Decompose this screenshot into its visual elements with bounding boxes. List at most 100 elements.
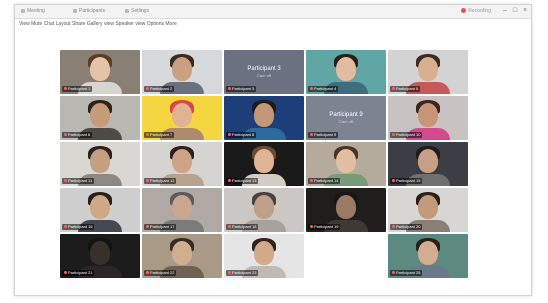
participant-tile[interactable]: Participant 1 <box>60 50 140 94</box>
participant-name-tag: Participant 8 <box>226 132 257 138</box>
participant-name: Participant 10 <box>396 132 421 137</box>
participant-name: Participant 21 <box>68 270 93 275</box>
participant-tile[interactable]: Participant 7 <box>142 96 222 140</box>
participant-name: Participant 19 <box>314 224 339 229</box>
participant-face <box>418 149 438 173</box>
mic-muted-icon <box>392 133 395 137</box>
participant-tile[interactable]: Participant 5 <box>388 50 468 94</box>
participant-tile[interactable]: Participant 22 <box>142 234 222 278</box>
participant-tile[interactable]: Participant 3 Cam off Participant 3 <box>224 50 304 94</box>
participant-tile[interactable]: Participant 20 <box>388 188 468 232</box>
mic-muted-icon <box>228 225 231 229</box>
participant-face <box>418 195 438 219</box>
camera-status: Cam off <box>339 119 353 124</box>
participant-display-name: Participant 9 <box>329 112 363 118</box>
participant-tile[interactable]: Participant 4 <box>306 50 386 94</box>
participant-tile[interactable]: Participant 15 <box>388 142 468 186</box>
participant-face <box>418 241 438 265</box>
participant-name: Participant 23 <box>232 270 257 275</box>
participant-name-tag: Participant 12 <box>144 178 177 184</box>
tab-settings[interactable]: Settings <box>125 8 149 15</box>
maximize-icon[interactable]: □ <box>511 7 519 15</box>
participant-name-tag: Participant 13 <box>226 178 259 184</box>
participant-tile[interactable] <box>306 234 386 278</box>
participant-face <box>254 195 274 219</box>
mic-muted-icon <box>228 179 231 183</box>
participant-face <box>172 195 192 219</box>
participant-name-tag: Participant 21 <box>62 270 95 276</box>
participant-name-tag: Participant 3 <box>226 86 257 92</box>
participant-face <box>418 103 438 127</box>
mic-muted-icon <box>146 87 149 91</box>
participant-tile[interactable]: Participant 18 <box>224 188 304 232</box>
recording-label: Recording <box>468 8 491 14</box>
participant-name: Participant 12 <box>150 178 175 183</box>
participant-tile[interactable]: Participant 8 <box>224 96 304 140</box>
participant-tile[interactable]: Participant 12 <box>142 142 222 186</box>
participant-name-tag: Participant 1 <box>62 86 93 92</box>
participant-face <box>172 149 192 173</box>
people-icon <box>73 8 77 13</box>
participant-name-tag: Participant 15 <box>390 178 423 184</box>
participant-face <box>254 149 274 173</box>
participant-tile[interactable]: Participant 17 <box>142 188 222 232</box>
participant-tile[interactable]: Participant 21 <box>60 234 140 278</box>
participant-name-tag: Participant 18 <box>226 224 259 230</box>
title-bar: Meeting Participants Settings Recording … <box>15 5 531 19</box>
participant-name-tag: Participant 7 <box>144 132 175 138</box>
toolbar[interactable]: View Mute Chat Layout Share Gallery view… <box>15 19 535 29</box>
participant-tile[interactable]: Participant 9 Cam off Participant 9 <box>306 96 386 140</box>
participant-name-tag: Participant 19 <box>308 224 341 230</box>
recording-indicator: Recording <box>461 8 491 15</box>
participant-face <box>254 241 274 265</box>
participant-name: Participant 18 <box>232 224 257 229</box>
participant-name: Participant 1 <box>68 86 91 91</box>
participant-name-tag: Participant 22 <box>144 270 177 276</box>
participant-tile[interactable]: Participant 10 <box>388 96 468 140</box>
participant-name-tag: Participant 23 <box>226 270 259 276</box>
participant-face <box>254 103 274 127</box>
mic-muted-icon <box>310 133 313 137</box>
mic-muted-icon <box>392 87 395 91</box>
participant-face <box>172 241 192 265</box>
participant-face <box>90 241 110 265</box>
video-feed <box>306 234 386 278</box>
camera-status: Cam off <box>257 73 271 78</box>
participant-name: Participant 5 <box>396 86 419 91</box>
mic-muted-icon <box>64 133 67 137</box>
mic-muted-icon <box>146 225 149 229</box>
tab-participants[interactable]: Participants <box>73 8 105 15</box>
mic-muted-icon <box>64 225 67 229</box>
participant-name: Participant 4 <box>314 86 337 91</box>
participant-name-tag: Participant 5 <box>390 86 421 92</box>
participant-name-tag: Participant 16 <box>62 224 95 230</box>
participant-tile[interactable]: Participant 11 <box>60 142 140 186</box>
mic-muted-icon <box>228 271 231 275</box>
participant-name: Participant 15 <box>396 178 421 183</box>
participant-face <box>418 57 438 81</box>
mic-muted-icon <box>392 271 395 275</box>
minimize-icon[interactable]: – <box>501 7 509 15</box>
tab-meeting[interactable]: Meeting <box>21 8 45 15</box>
mic-muted-icon <box>146 179 149 183</box>
mic-muted-icon <box>64 87 67 91</box>
mic-muted-icon <box>310 179 313 183</box>
participant-tile[interactable]: Participant 23 <box>224 234 304 278</box>
gear-icon <box>125 8 129 13</box>
participant-tile[interactable]: Participant 2 <box>142 50 222 94</box>
participant-face <box>90 57 110 81</box>
participant-tile[interactable]: Participant 19 <box>306 188 386 232</box>
participant-tile[interactable]: Participant 16 <box>60 188 140 232</box>
tab-label: Participants <box>79 8 106 14</box>
participant-tile[interactable]: Participant 13 <box>224 142 304 186</box>
mic-muted-icon <box>64 271 67 275</box>
mic-muted-icon <box>310 87 313 91</box>
close-icon[interactable]: × <box>521 7 529 15</box>
participant-tile[interactable]: Participant 6 <box>60 96 140 140</box>
video-gallery: Participant 1 Participant 2 Participant 3 C… <box>60 50 468 278</box>
participant-name: Participant 6 <box>68 132 91 137</box>
participant-tile[interactable]: Participant 25 <box>388 234 468 278</box>
record-icon <box>461 8 467 14</box>
mic-muted-icon <box>228 133 231 137</box>
participant-tile[interactable]: Participant 14 <box>306 142 386 186</box>
